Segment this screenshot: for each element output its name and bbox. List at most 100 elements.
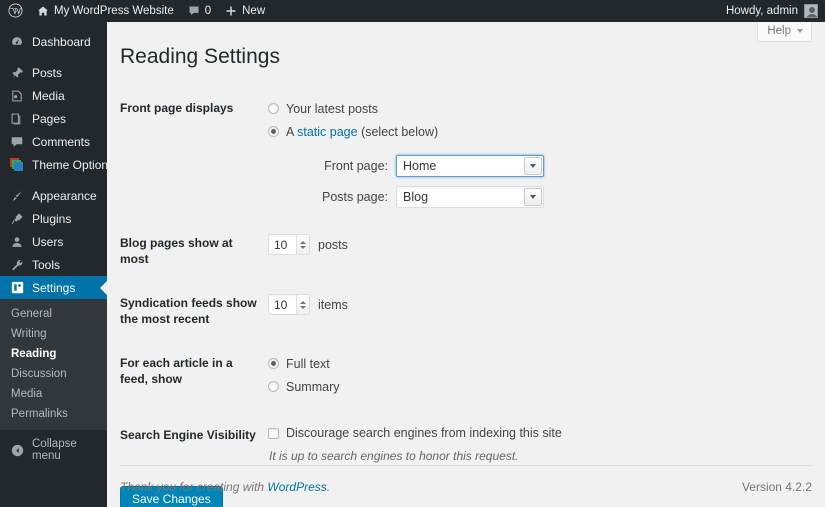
radio-option-latest-posts[interactable]: Your latest posts [268, 99, 750, 118]
syndication-value: 10 [274, 297, 288, 312]
chevron-down-icon[interactable] [524, 157, 542, 175]
wrench-icon [9, 257, 25, 273]
sidebar-subitem-discussion[interactable]: Discussion [0, 364, 107, 384]
media-icon [9, 88, 25, 104]
field-syndication: 10 items [268, 281, 760, 341]
posts-page-select-value: Blog [403, 190, 429, 204]
label-syndication: Syndication feeds show the most recent [120, 296, 257, 326]
comments-bubble-menu[interactable]: 0 [181, 0, 218, 22]
sidebar-item-label: Theme Options [32, 157, 115, 172]
front-page-select-value: Home [403, 159, 437, 173]
search-visibility-hint: It is up to search engines to honor this… [269, 449, 519, 463]
sidebar-item-label: Plugins [32, 211, 72, 226]
footer-thanks-prefix: Thank you for creating with [120, 479, 268, 494]
wordpress-logo-icon[interactable] [0, 3, 30, 20]
comment-bubble-icon [9, 134, 25, 150]
sidebar-item-label: Users [32, 234, 64, 249]
form-row-blog-pages: Blog pages show at most 10 posts [120, 221, 760, 281]
account-menu[interactable]: Howdy, admin [726, 4, 825, 18]
new-content-menu[interactable]: New [218, 0, 272, 22]
sidebar-item-posts[interactable]: Posts [0, 61, 107, 84]
chevron-down-icon[interactable] [524, 188, 542, 206]
sidebar-item-appearance[interactable]: Appearance [0, 184, 107, 207]
comment-bubble-icon [188, 5, 200, 17]
stepper-up-icon[interactable] [300, 300, 306, 304]
stepper-down-icon[interactable] [300, 305, 306, 309]
radio-option-summary[interactable]: Summary [268, 377, 750, 396]
stepper-down-icon[interactable] [300, 245, 306, 249]
sidebar-item-label: Dashboard [32, 34, 91, 49]
home-icon [37, 5, 49, 17]
sidebar-item-theme-options[interactable]: Theme Options [0, 153, 114, 176]
sidebar-subitem-general[interactable]: General [0, 304, 107, 324]
sidebar-item-users[interactable]: Users [0, 230, 107, 253]
field-blog-pages: 10 posts [268, 221, 760, 281]
reading-settings-form: Front page displays Your latest posts A … [120, 86, 760, 476]
footer-thanks: Thank you for creating with WordPress. [120, 480, 330, 494]
syndication-input[interactable]: 10 [268, 294, 310, 315]
footer-version: Version 4.2.2 [741, 479, 812, 494]
sidebar-subitem-reading[interactable]: Reading [0, 344, 107, 364]
sidebar-item-plugins[interactable]: Plugins [0, 207, 107, 230]
form-row-syndication: Syndication feeds show the most recent 1… [120, 281, 760, 341]
syndication-unit: items [318, 297, 348, 312]
front-page-select[interactable]: Home [396, 155, 544, 177]
sidebar-item-label: Posts [32, 65, 63, 80]
new-label: New [242, 5, 266, 17]
sidebar-item-comments[interactable]: Comments [0, 130, 107, 153]
label-blog-pages: Blog pages show at most [120, 236, 233, 266]
syndication-stepper[interactable] [296, 295, 309, 314]
radio-full-text-label: Full text [286, 356, 330, 371]
sidebar-item-dashboard[interactable]: Dashboard [0, 30, 107, 53]
radio-static-page[interactable] [268, 126, 279, 137]
blog-pages-unit: posts [318, 237, 348, 252]
sidebar-subitem-media[interactable]: Media [0, 384, 107, 404]
howdy-label: Howdy, admin [725, 5, 798, 17]
sidebar-subitem-permalinks[interactable]: Permalinks [0, 404, 107, 424]
sidebar-item-label: Pages [32, 111, 67, 126]
help-tab-label: Help [767, 25, 791, 37]
wordpress-link[interactable]: WordPress [267, 480, 326, 494]
field-front-page-displays: Your latest posts A static page (select … [268, 86, 760, 221]
collapse-menu-button[interactable]: Collapse menu [0, 438, 107, 462]
site-name-menu[interactable]: My WordPress Website [30, 0, 181, 22]
blog-pages-stepper[interactable] [296, 235, 309, 254]
admin-bar: My WordPress Website 0 New Howdy, admin [0, 0, 825, 22]
label-feed-article: For each article in a feed, show [120, 356, 233, 386]
page-title: Reading Settings [120, 45, 280, 68]
radio-option-full-text[interactable]: Full text [268, 354, 750, 373]
sidebar-item-media[interactable]: Media [0, 84, 107, 107]
sidebar-item-tools[interactable]: Tools [0, 253, 107, 276]
radio-summary[interactable] [268, 381, 279, 392]
posts-page-select[interactable]: Blog [396, 186, 544, 208]
form-row-front-page-displays: Front page displays Your latest posts A … [120, 86, 760, 221]
label-front-page-displays: Front page displays [120, 101, 234, 115]
pin-icon [9, 65, 25, 81]
sidebar-item-pages[interactable]: Pages [0, 107, 107, 130]
brush-icon [9, 188, 25, 204]
static-suffix-text: (select below) [357, 124, 439, 139]
comments-count: 0 [204, 5, 212, 17]
stepper-up-icon[interactable] [300, 240, 306, 244]
sidebar-item-settings[interactable]: Settings [0, 276, 107, 299]
sidebar-subitem-writing[interactable]: Writing [0, 324, 107, 344]
radio-latest-posts[interactable] [268, 103, 279, 114]
admin-footer: Thank you for creating with WordPress. V… [120, 465, 812, 507]
radio-static-page-label: A static page (select below) [286, 125, 438, 139]
blog-pages-value: 10 [274, 237, 288, 252]
discourage-search-engines-row[interactable]: Discourage search engines from indexing … [268, 426, 750, 440]
footer-thanks-suffix: . [326, 479, 331, 494]
syndication-number-row: 10 items [268, 294, 750, 315]
collapse-menu-label: Collapse menu [32, 438, 77, 462]
help-tab-button[interactable]: Help [757, 22, 812, 42]
blog-pages-input[interactable]: 10 [268, 234, 310, 255]
radio-option-static-page[interactable]: A static page (select below) [268, 122, 750, 141]
label-posts-page: Posts page: [321, 190, 388, 204]
radio-summary-label: Summary [286, 379, 340, 394]
static-page-link[interactable]: static page [297, 125, 357, 139]
radio-full-text[interactable] [268, 358, 279, 369]
discourage-search-engines-checkbox[interactable] [268, 428, 279, 439]
wp-admin-screen: My WordPress Website 0 New Howdy, admin … [0, 0, 825, 507]
label-front-page: Front page: [324, 159, 388, 173]
discourage-search-engines-label: Discourage search engines from indexing … [286, 426, 562, 440]
